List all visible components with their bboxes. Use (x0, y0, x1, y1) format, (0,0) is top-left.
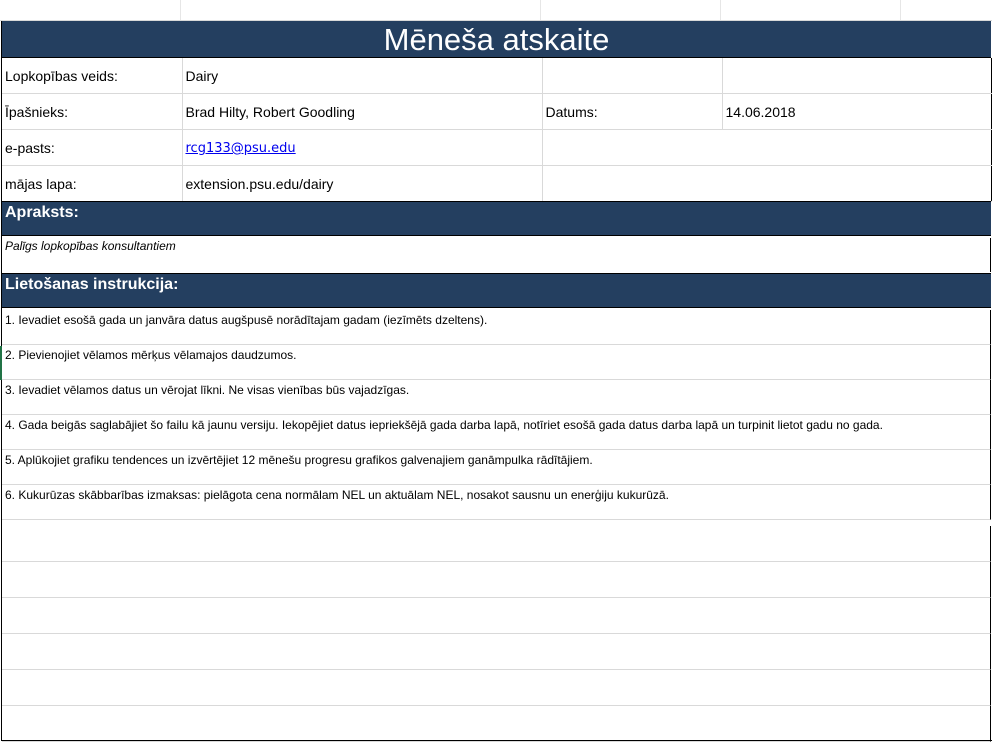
empty-cell[interactable] (542, 58, 723, 94)
gridline (720, 0, 721, 20)
instructions-header[interactable]: Lietošanas instrukcija: (2, 273, 991, 308)
date-label[interactable]: Datums: (542, 93, 723, 130)
info-table: Lopkopības veids: Dairy Īpašnieks: Brad … (2, 58, 992, 202)
info-row-farm-type: Lopkopības veids: Dairy (2, 58, 992, 94)
instruction-item[interactable]: 3. Ievadiet vēlamos datus un vērojat līk… (2, 380, 991, 415)
instruction-item[interactable]: 5. Aplūkojiet grafiku tendences un izvēr… (2, 450, 991, 485)
farm-type-value[interactable]: Dairy (182, 58, 543, 94)
description-text[interactable]: Palīgs lopkopības konsultantiem (2, 238, 991, 272)
email-link[interactable]: rcg133@psu.edu (186, 141, 296, 156)
row-selection-indicator (0, 346, 2, 380)
empty-row[interactable] (2, 526, 991, 562)
spreadsheet-sheet: Mēneša atskaite Lopkopības veids: Dairy … (0, 0, 993, 743)
empty-row[interactable] (2, 634, 991, 670)
website-value[interactable]: extension.psu.edu/dairy (182, 165, 543, 202)
gridline (900, 0, 901, 20)
info-row-email: e-pasts: rcg133@psu.edu (2, 129, 992, 166)
empty-rows (2, 526, 991, 742)
top-empty-row[interactable] (0, 0, 992, 21)
empty-merged-cell[interactable] (542, 129, 992, 166)
date-value[interactable]: 14.06.2018 (722, 93, 992, 130)
info-row-owner: Īpašnieks: Brad Hilty, Robert Goodling D… (2, 93, 992, 130)
empty-cell[interactable] (722, 58, 992, 94)
empty-row[interactable] (2, 670, 991, 706)
farm-type-label[interactable]: Lopkopības veids: (2, 58, 183, 94)
instruction-item[interactable]: 1. Ievadiet esošā gada un janvāra datus … (2, 310, 991, 345)
instruction-item[interactable]: 2. Pievienojiet vēlamos mērķus vēlamajos… (2, 345, 991, 380)
empty-merged-cell[interactable] (542, 165, 992, 202)
empty-row[interactable] (2, 598, 991, 634)
owner-value[interactable]: Brad Hilty, Robert Goodling (182, 93, 543, 130)
instruction-item[interactable]: 6. Kukurūzas skābbarības izmaksas: pielā… (2, 485, 991, 520)
instructions-list: 1. Ievadiet esošā gada un janvāra datus … (2, 310, 991, 520)
website-label[interactable]: mājas lapa: (2, 165, 183, 202)
description-header[interactable]: Apraksts: (2, 201, 991, 236)
owner-label[interactable]: Īpašnieks: (2, 93, 183, 130)
instruction-item[interactable]: 4. Gada beigās saglabājiet šo failu kā j… (2, 415, 991, 450)
gridline (180, 0, 181, 20)
email-label[interactable]: e-pasts: (2, 129, 183, 166)
email-cell[interactable]: rcg133@psu.edu (182, 129, 543, 166)
sheet-bottom-border (1, 740, 992, 741)
gridline (540, 0, 541, 20)
empty-row[interactable] (2, 706, 991, 742)
info-row-website: mājas lapa: extension.psu.edu/dairy (2, 165, 992, 202)
empty-row[interactable] (2, 562, 991, 598)
report-title[interactable]: Mēneša atskaite (2, 21, 991, 58)
